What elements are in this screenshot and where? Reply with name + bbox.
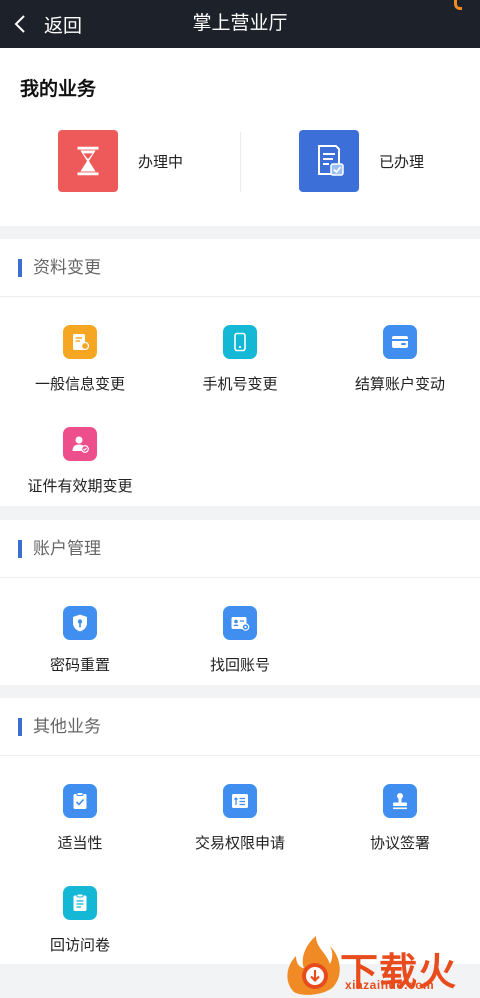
section-title: 其他业务 xyxy=(33,717,101,736)
user-verified-icon xyxy=(63,427,97,461)
settlement-account-change-button[interactable]: 结算账户变动 xyxy=(320,325,480,394)
item-label: 一般信息变更 xyxy=(34,376,125,393)
in-progress-button[interactable]: 办理中 xyxy=(58,129,183,193)
document-check-icon xyxy=(299,130,359,192)
section-accent-bar xyxy=(18,718,22,736)
item-label: 交易权限申请 xyxy=(194,835,285,852)
section-header: 资料变更 xyxy=(0,239,480,297)
item-label: 结算账户变动 xyxy=(354,376,445,393)
section-header: 其他业务 xyxy=(0,698,480,756)
divider xyxy=(240,132,241,192)
general-info-change-button[interactable]: 一般信息变更 xyxy=(0,325,160,394)
id-validity-change-button[interactable]: 证件有效期变更 xyxy=(0,427,160,496)
section-title: 账户管理 xyxy=(33,539,101,558)
completed-button[interactable]: 已办理 xyxy=(299,129,424,193)
my-business-card: 我的业务 办理中 已办理 xyxy=(0,48,480,226)
trading-permission-button[interactable]: 交易权限申请 xyxy=(160,784,320,853)
top-bar: 返回 掌上营业厅 xyxy=(0,0,480,48)
item-label: 密码重置 xyxy=(49,657,110,674)
completed-label: 已办理 xyxy=(379,153,425,171)
watermark-url: xiazaihuo.com xyxy=(345,978,435,992)
phone-number-change-button[interactable]: 手机号变更 xyxy=(160,325,320,394)
my-business-title: 我的业务 xyxy=(20,79,97,100)
questionnaire-icon xyxy=(63,886,97,920)
permission-list-icon xyxy=(223,784,257,818)
seal-stamp-icon xyxy=(383,784,417,818)
suitability-button[interactable]: 适当性 xyxy=(0,784,160,853)
item-label: 手机号变更 xyxy=(202,376,278,393)
hourglass-icon xyxy=(58,130,118,192)
item-label: 协议签署 xyxy=(369,835,430,852)
account-management-section: 账户管理 密码重置 找回账号 xyxy=(0,520,480,685)
follow-up-questionnaire-button[interactable]: 回访问卷 xyxy=(0,886,160,955)
item-label: 找回账号 xyxy=(209,657,270,674)
recover-account-button[interactable]: 找回账号 xyxy=(160,606,320,675)
item-label: 适当性 xyxy=(57,835,103,852)
in-progress-label: 办理中 xyxy=(138,153,184,171)
other-business-section: 其他业务 适当性 交易权限申请 协议签署 回访问卷 xyxy=(0,698,480,964)
chevron-left-icon xyxy=(14,15,25,33)
section-header: 账户管理 xyxy=(0,520,480,578)
item-label: 回访问卷 xyxy=(49,937,110,954)
password-reset-button[interactable]: 密码重置 xyxy=(0,606,160,675)
clipboard-check-icon xyxy=(63,784,97,818)
back-label: 返回 xyxy=(44,15,83,37)
wallet-icon xyxy=(383,325,417,359)
form-edit-icon xyxy=(63,325,97,359)
corner-mark-icon xyxy=(454,0,462,10)
section-title: 资料变更 xyxy=(33,258,101,277)
back-button[interactable]: 返回 xyxy=(10,0,82,48)
mobile-phone-icon xyxy=(223,325,257,359)
item-label: 证件有效期变更 xyxy=(27,478,133,495)
section-accent-bar xyxy=(18,540,22,558)
agreement-signing-button[interactable]: 协议签署 xyxy=(320,784,480,853)
profile-change-section: 资料变更 一般信息变更 手机号变更 结算账户变动 证件有效期变更 xyxy=(0,239,480,506)
shield-key-icon xyxy=(63,606,97,640)
id-card-icon xyxy=(223,606,257,640)
section-accent-bar xyxy=(18,259,22,277)
